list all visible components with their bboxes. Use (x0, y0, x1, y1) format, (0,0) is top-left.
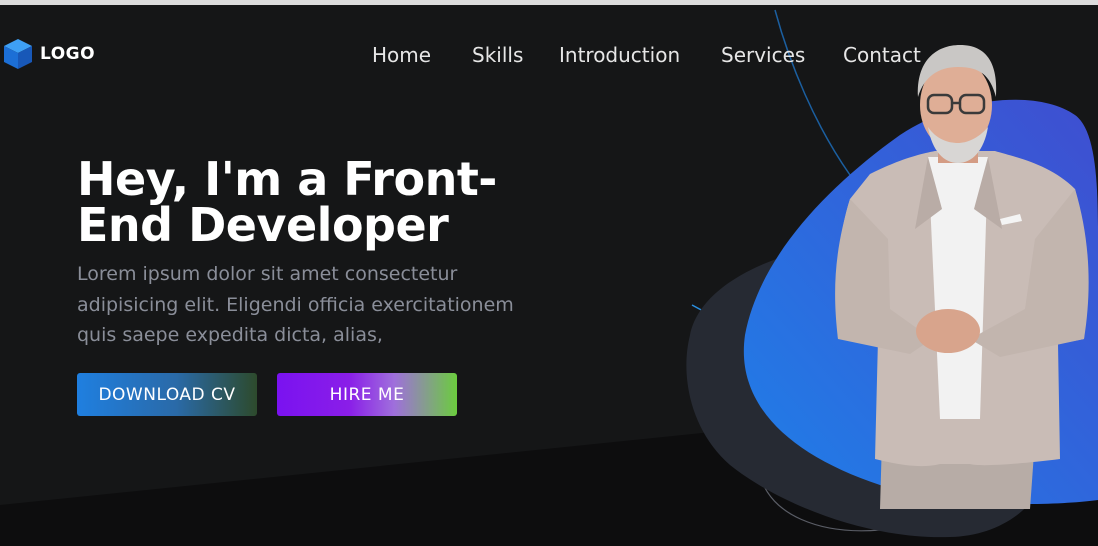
hero-title: Hey, I'm a Front-End Developer (77, 152, 497, 252)
hire-me-button[interactable]: HIRE ME (277, 373, 457, 416)
cube-logo-icon (4, 39, 32, 69)
nav-item-services[interactable]: Services (721, 43, 805, 67)
nav-item-home[interactable]: Home (372, 43, 431, 67)
nav-item-skills[interactable]: Skills (472, 43, 523, 67)
page-frame: LOGO Home Skills Introduction Services C… (0, 5, 1098, 546)
hero-description: Lorem ipsum dolor sit amet consectetur a… (77, 263, 514, 346)
logo-text: LOGO (40, 44, 96, 64)
nav-item-introduction[interactable]: Introduction (559, 43, 680, 67)
logo[interactable]: LOGO (2, 37, 95, 71)
download-cv-button[interactable]: DOWNLOAD CV (77, 373, 257, 416)
developer-portrait (835, 45, 1089, 509)
